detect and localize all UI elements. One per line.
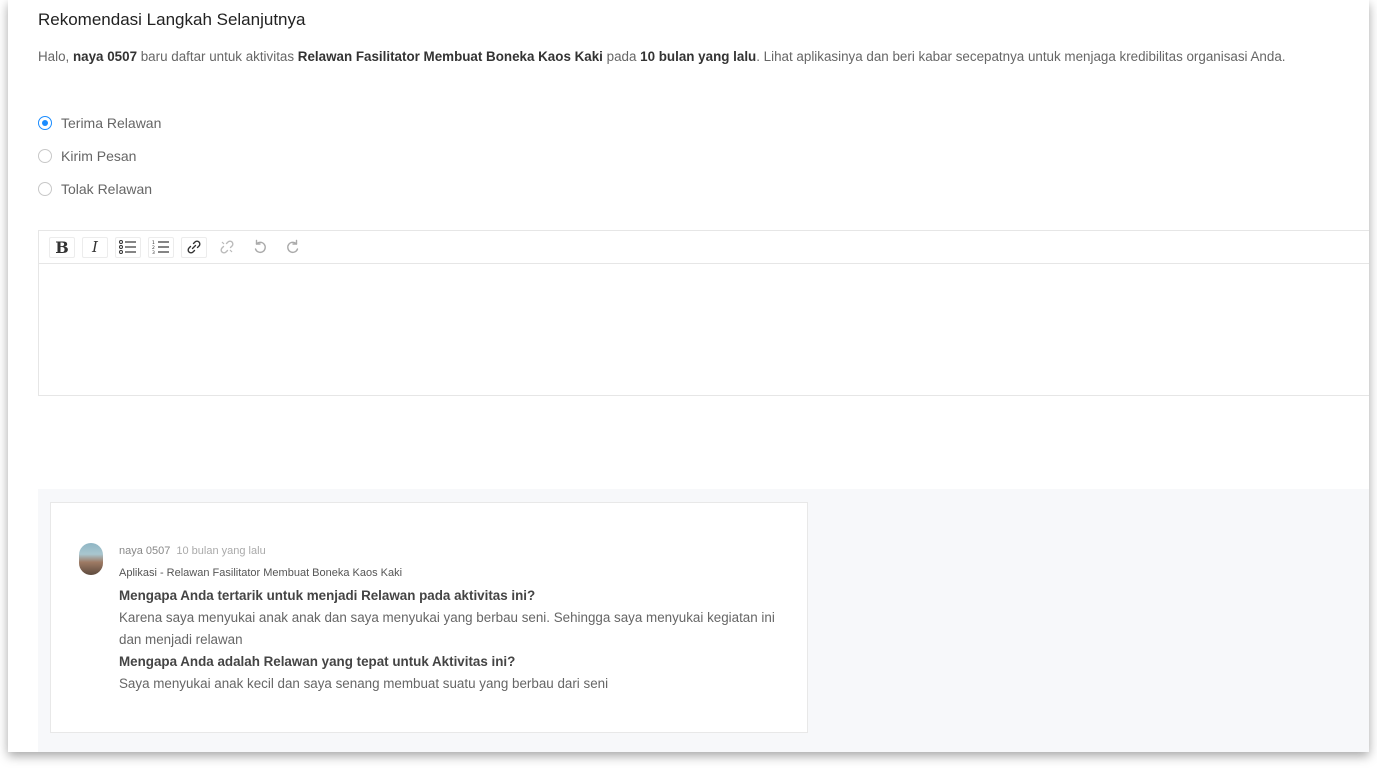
radio-tolak-relawan[interactable]: Tolak Relawan — [38, 179, 161, 199]
bullet-list-icon — [119, 240, 136, 254]
editor-text-area[interactable] — [39, 264, 1369, 395]
radio-button[interactable] — [38, 149, 52, 163]
intro-user: naya 0507 — [72, 49, 138, 64]
radio-button[interactable] — [38, 182, 52, 196]
undo-button[interactable] — [247, 236, 273, 258]
editor-toolbar: B I 1 2 3 — [39, 231, 1369, 264]
radio-terima-relawan[interactable]: Terima Relawan — [38, 113, 161, 133]
unlink-icon — [220, 240, 234, 254]
italic-button[interactable]: I — [82, 236, 108, 258]
unlink-button[interactable] — [214, 236, 240, 258]
redo-icon — [287, 239, 299, 254]
applicant-name[interactable]: naya 0507 — [119, 545, 170, 557]
action-radio-group: Terima Relawan Kirim Pesan Tolak Relawan — [38, 113, 161, 212]
intro-activity: Relawan Fasilitator Membuat Boneka Kaos … — [297, 49, 603, 64]
numbered-list-icon: 1 2 3 — [152, 240, 169, 254]
numbered-list-button[interactable]: 1 2 3 — [148, 236, 174, 258]
bullet-list-button[interactable] — [115, 236, 141, 258]
link-icon — [187, 240, 201, 254]
bold-icon: B — [55, 237, 69, 257]
answer-1: Karena saya menyukai anak anak dan saya … — [119, 610, 775, 647]
message-editor: B I 1 2 3 — [38, 230, 1369, 396]
intro-time: 10 bulan yang lalu — [640, 49, 757, 64]
avatar[interactable] — [79, 543, 103, 575]
application-meta: naya 0507 10 bulan yang lalu — [119, 545, 266, 557]
undo-icon — [254, 239, 266, 254]
application-panel: naya 0507 10 bulan yang lalu Aplikasi - R… — [38, 489, 1369, 752]
radio-button-checked[interactable] — [38, 116, 52, 130]
question-1: Mengapa Anda tertarik untuk menjadi Rela… — [119, 588, 536, 603]
application-time: 10 bulan yang lalu — [176, 545, 266, 557]
radio-label: Kirim Pesan — [61, 148, 137, 164]
italic-icon: I — [92, 238, 98, 256]
link-button[interactable] — [181, 236, 207, 258]
answer-2: Saya menyukai anak kecil dan saya senang… — [119, 676, 609, 691]
redo-button[interactable] — [280, 236, 306, 258]
radio-kirim-pesan[interactable]: Kirim Pesan — [38, 146, 161, 166]
radio-label: Terima Relawan — [61, 115, 162, 131]
section-title: Rekomendasi Langkah Selanjutnya — [38, 10, 306, 29]
svg-text:3: 3 — [152, 250, 155, 254]
intro-text: Halo, naya 0507 baru daftar untuk aktivi… — [38, 49, 1286, 64]
next-steps-card: Rekomendasi Langkah Selanjutnya Halo, na… — [8, 0, 1369, 752]
radio-label: Tolak Relawan — [61, 181, 153, 197]
application-subtitle: Aplikasi - Relawan Fasilitator Membuat B… — [119, 567, 403, 579]
bold-button[interactable]: B — [49, 236, 75, 258]
application-qa: Mengapa Anda tertarik untuk menjadi Rela… — [119, 585, 789, 695]
question-2: Mengapa Anda adalah Relawan yang tepat u… — [119, 654, 516, 669]
application-card: naya 0507 10 bulan yang lalu Aplikasi - R… — [50, 502, 808, 733]
